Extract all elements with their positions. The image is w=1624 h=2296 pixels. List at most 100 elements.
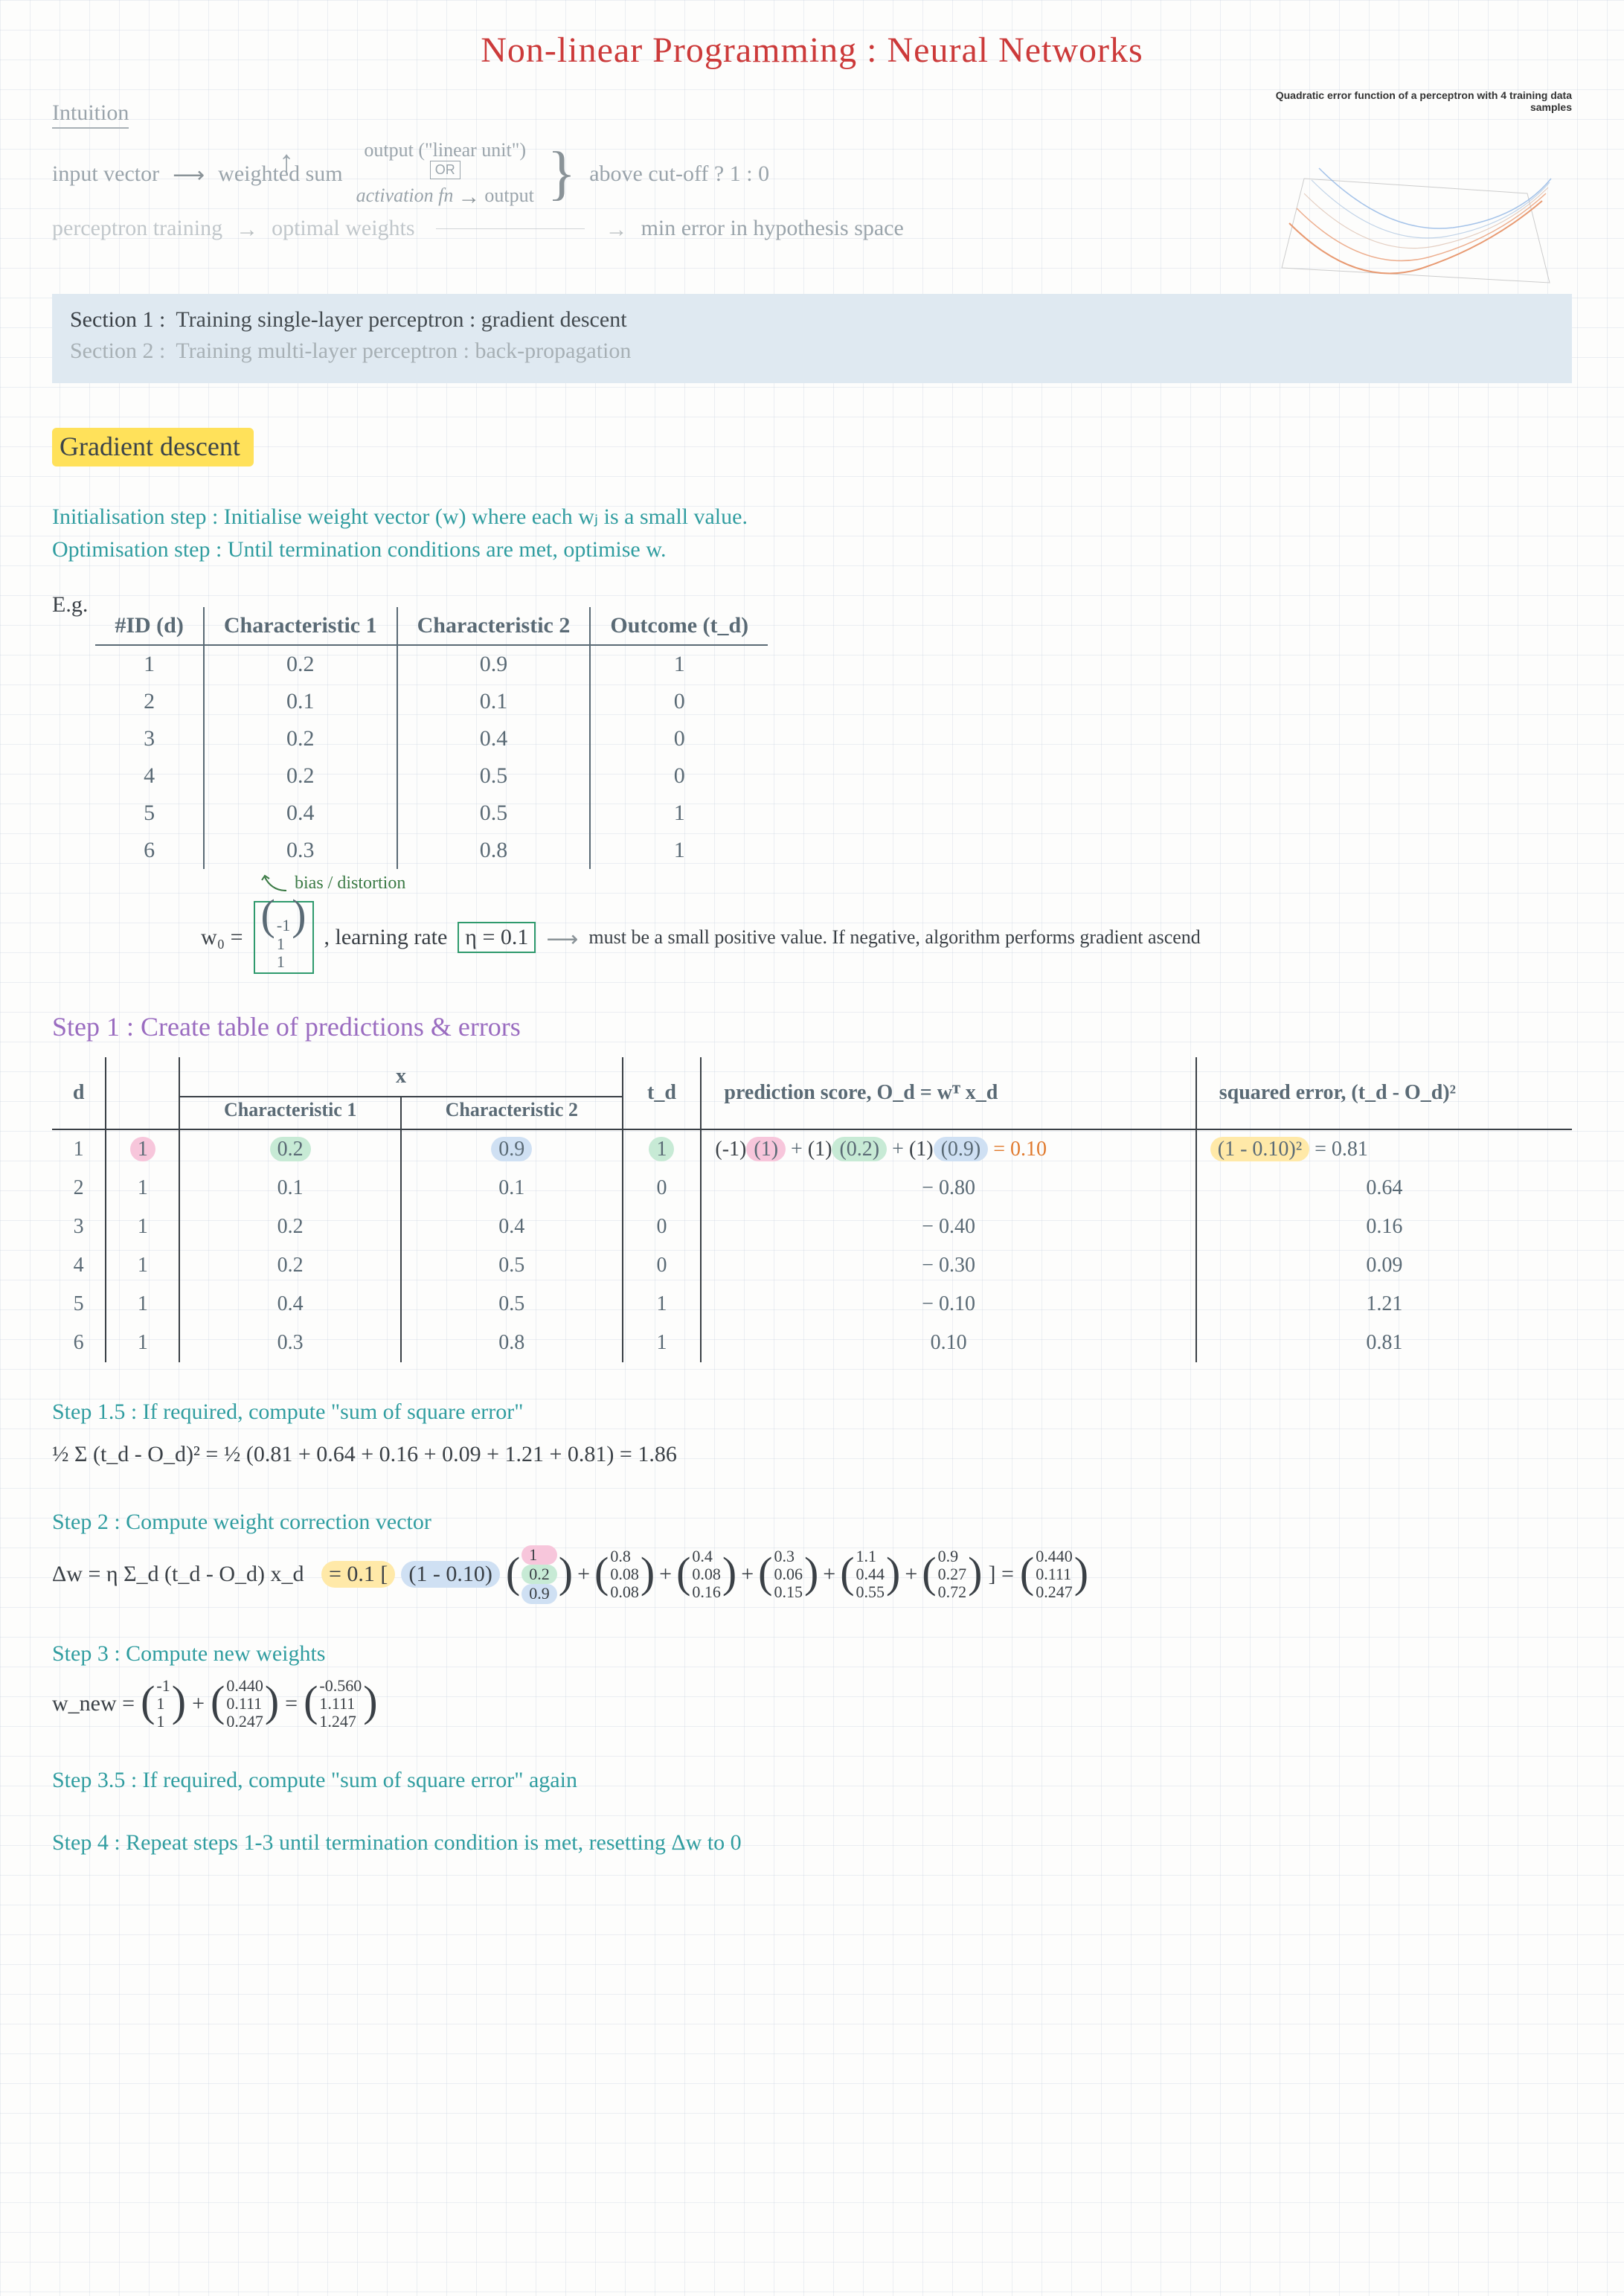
table-cell: 2: [95, 683, 204, 720]
table-row: 40.20.50: [95, 757, 768, 795]
table-cell: 0.10: [701, 1324, 1195, 1362]
learning-rate-label: , learning rate: [324, 925, 448, 950]
table-row: 30.20.40: [95, 720, 768, 757]
section-2-text: Training multi-layer perceptron : back-p…: [176, 339, 631, 364]
table-cell: 0.1: [401, 1169, 623, 1208]
table-cell: 0.2: [179, 1129, 401, 1169]
table-cell: 0.2: [179, 1208, 401, 1246]
table-cell: 5: [52, 1285, 106, 1324]
table-row: 310.20.40− 0.400.16: [52, 1208, 1572, 1246]
table-cell: 1: [95, 645, 204, 683]
table-row: 20.10.10: [95, 683, 768, 720]
table-cell: 0.81: [1196, 1324, 1572, 1362]
table-cell: (-1)(1) + (1)(0.2) + (1)(0.9) = 0.10: [701, 1129, 1195, 1169]
step-4-text: Repeat steps 1-3 until termination condi…: [126, 1830, 742, 1855]
table-row: 50.40.51: [95, 795, 768, 832]
table-cell: 0.1: [397, 683, 591, 720]
table-cell: 0: [590, 683, 768, 720]
label-input-vector: input vector: [52, 161, 159, 187]
pt-col-d: d: [52, 1057, 106, 1129]
eta-highlight: = 0.1 [: [321, 1561, 395, 1588]
vector: (0.30.060.15): [758, 1548, 818, 1602]
step-3-equation: w_new = (-111) + (0.4400.1110.247) = (-0…: [52, 1677, 1572, 1731]
init-step-text: Initialisation step : Initialise weight …: [52, 504, 1572, 530]
eg-col-outcome: Outcome (t_d): [590, 607, 768, 645]
table-cell: 0.4: [397, 720, 591, 757]
table-cell: 0.4: [204, 795, 397, 832]
eg-col-c2: Characteristic 2: [397, 607, 591, 645]
table-cell: 0: [590, 757, 768, 795]
label-output-linear: output ("linear unit"): [364, 139, 526, 161]
arrow-icon: ⟶: [546, 926, 578, 952]
table-row: 410.20.50− 0.300.09: [52, 1246, 1572, 1285]
table-cell: 0.5: [397, 757, 591, 795]
page-title: Non-linear Programming : Neural Networks: [52, 30, 1572, 71]
table-cell: 1: [106, 1285, 179, 1324]
table-cell: 0.64: [1196, 1169, 1572, 1208]
table-cell: 0.5: [397, 795, 591, 832]
scalar-highlight: (1 - 0.10): [401, 1561, 499, 1588]
pt-col-c2: Characteristic 2: [401, 1097, 623, 1129]
table-cell: 0.4: [401, 1208, 623, 1246]
table-cell: 3: [52, 1208, 106, 1246]
surface-plot-caption: Quadratic error function of a perceptron…: [1259, 89, 1572, 113]
vector: (0.90.270.72): [922, 1548, 982, 1602]
table-cell: 1: [106, 1324, 179, 1362]
table-cell: 0.16: [1196, 1208, 1572, 1246]
table-cell: 1: [623, 1129, 702, 1169]
table-cell: 1: [590, 832, 768, 869]
pt-col-c1: Characteristic 1: [179, 1097, 401, 1129]
table-cell: 4: [52, 1246, 106, 1285]
table-row: 210.10.10− 0.800.64: [52, 1169, 1572, 1208]
table-cell: 1: [106, 1208, 179, 1246]
pt-col-sqerr: squared error, (t_d - O_d)²: [1196, 1057, 1572, 1129]
table-cell: 1.21: [1196, 1285, 1572, 1324]
eg-col-id: #ID (d): [95, 607, 204, 645]
table-cell: 0.9: [397, 645, 591, 683]
table-cell: 1: [590, 645, 768, 683]
table-cell: 1: [106, 1169, 179, 1208]
table-cell: − 0.30: [701, 1246, 1195, 1285]
step-15-equation: ½ Σ (t_d - O_d)² = ½ (0.81 + 0.64 + 0.16…: [52, 1437, 1572, 1472]
brace-icon: }: [548, 140, 576, 208]
prediction-table: d x t_d prediction score, O_d = wᵀ x_d s…: [52, 1057, 1572, 1362]
arrow-icon: →: [606, 217, 628, 243]
table-cell: 0: [590, 720, 768, 757]
intuition-heading: Intuition: [52, 100, 129, 129]
table-cell: 0.4: [179, 1285, 401, 1324]
table-cell: 0.8: [401, 1324, 623, 1362]
table-cell: 0.5: [401, 1246, 623, 1285]
table-cell: 0: [623, 1246, 702, 1285]
table-cell: 0.3: [204, 832, 397, 869]
arrow-icon: →: [236, 217, 258, 243]
table-cell: − 0.80: [701, 1169, 1195, 1208]
table-cell: 0.9: [401, 1129, 623, 1169]
vector: (0.40.080.16): [676, 1548, 736, 1602]
table-cell: 0.1: [179, 1169, 401, 1208]
step-2-text: Compute weight correction vector: [126, 1510, 431, 1534]
step-3-label: Step 3 :: [52, 1641, 121, 1666]
intuition-diagram: Intuition input vector ⟶ weighted sum ou…: [52, 100, 1168, 249]
table-row: 10.20.91: [95, 645, 768, 683]
arrow-icon: →: [458, 185, 480, 210]
table-row: 60.30.81: [95, 832, 768, 869]
up-arrow-icon: ↑: [279, 144, 294, 179]
example-data-table: #ID (d) Characteristic 1 Characteristic …: [95, 607, 768, 869]
table-cell: 0.3: [179, 1324, 401, 1362]
section-1-text: Training single-layer perceptron : gradi…: [176, 307, 626, 333]
step-35-text: If required, compute "sum of square erro…: [143, 1768, 577, 1792]
step-3-text: Compute new weights: [126, 1641, 325, 1666]
section-2-label: Section 2 :: [70, 339, 165, 364]
label-cutoff: above cut-off ? 1 : 0: [589, 161, 769, 187]
table-cell: 1: [52, 1129, 106, 1169]
table-cell: 0.8: [397, 832, 591, 869]
surface-plot-widget: Quadratic error function of a perceptron…: [1259, 89, 1572, 318]
step-2-label: Step 2 :: [52, 1510, 121, 1534]
table-cell: 0: [623, 1169, 702, 1208]
table-cell: 2: [52, 1169, 106, 1208]
error-surface-icon: [1259, 119, 1572, 312]
table-cell: 4: [95, 757, 204, 795]
step-15-text: If required, compute "sum of square erro…: [143, 1399, 524, 1424]
table-cell: 1: [623, 1285, 702, 1324]
table-cell: 6: [95, 832, 204, 869]
